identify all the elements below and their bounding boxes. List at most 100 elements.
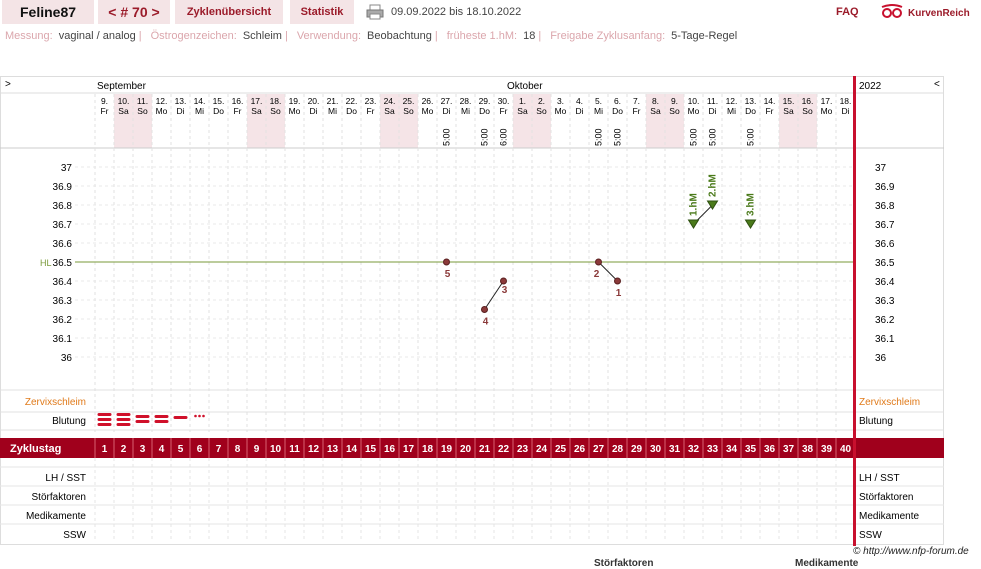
day-date: 17. (251, 96, 263, 106)
day-date: 18. (840, 96, 852, 106)
cycle-day-number: 8 (235, 444, 241, 455)
day-weekday: Mi (328, 106, 337, 116)
y-tick-left: 37 (61, 163, 73, 174)
day-weekday: Mi (461, 106, 470, 116)
settings-separator: | (538, 30, 542, 42)
row-label-lh-left: LH / SST (45, 473, 86, 484)
day-weekday: Di (575, 106, 583, 116)
cycle-day-number: 4 (159, 444, 165, 455)
faq-link[interactable]: FAQ (836, 0, 859, 24)
setting-value: 18 (523, 30, 536, 42)
cycle-day-number: 22 (498, 444, 510, 455)
day-weekday: Sa (384, 106, 395, 116)
cycle-day-number: 11 (289, 444, 300, 455)
day-date: 11. (137, 96, 148, 106)
day-weekday: So (270, 106, 281, 116)
day-date: 28. (460, 96, 472, 106)
y-tick-left: 36.4 (53, 277, 73, 288)
high-measurement-label: 1.hM (689, 193, 700, 216)
cycle-day-number: 10 (270, 444, 282, 455)
day-date: 25. (403, 96, 415, 106)
measure-time: 5:00 (708, 128, 718, 146)
day-date: 11. (707, 96, 718, 106)
cycle-day-number: 29 (631, 444, 643, 455)
day-weekday: So (137, 106, 148, 116)
day-weekday: Mi (594, 106, 603, 116)
day-date: 16. (232, 96, 244, 106)
day-date: 27. (441, 96, 453, 106)
temperature-point (481, 306, 488, 313)
cycle-day-number: 7 (216, 444, 222, 455)
cycle-day-number: 12 (308, 444, 320, 455)
day-date: 20. (308, 96, 320, 106)
cycle-chart: > <September Oktober 20229.Fr10.Sa11.So12.M… (0, 76, 944, 546)
day-date: 15. (783, 96, 795, 106)
row-label-bleeding-right: Blutung (859, 416, 893, 427)
day-weekday: Di (442, 106, 450, 116)
row-label-medication-left: Medikamente (26, 511, 86, 522)
day-date: 14. (194, 96, 206, 106)
setting-label: Östrogenzeichen: (150, 30, 237, 42)
cycle-navigation[interactable]: < # 70 > (98, 0, 170, 24)
y-tick-left: 36.7 (53, 220, 73, 231)
copyright-footer: © http://www.nfp-forum.de (853, 546, 969, 557)
cycle-day-number: 26 (574, 444, 586, 455)
tab-cycle-overview[interactable]: Zyklenübersicht (175, 0, 283, 24)
y-tick-left: 36.6 (53, 239, 73, 250)
setting-label: Messung: (5, 30, 53, 42)
row-label-lh-right: LH / SST (859, 473, 900, 484)
cycle-day-number: 37 (783, 444, 795, 455)
day-date: 26. (422, 96, 434, 106)
logo[interactable]: KurvenReich (880, 1, 980, 23)
bleeding-mark (97, 423, 112, 426)
cycle-day-number: 19 (441, 444, 453, 455)
row-label-disruptors-left: Störfaktoren (32, 492, 86, 503)
day-weekday: Mi (195, 106, 204, 116)
cycle-day-number: 30 (650, 444, 662, 455)
measure-time: 5:00 (689, 128, 699, 146)
cycle-day-number: 28 (612, 444, 624, 455)
day-date: 12. (726, 96, 738, 106)
day-weekday: Sa (783, 106, 794, 116)
day-date: 13. (745, 96, 757, 106)
day-weekday: Fr (366, 106, 374, 116)
day-weekday: Mo (422, 106, 434, 116)
setting-label: früheste 1.hM: (446, 30, 518, 42)
day-weekday: Fr (233, 106, 241, 116)
y-tick-right: 36.8 (875, 201, 895, 212)
bleeding-mark (154, 415, 169, 418)
row-label-disruptors-right: Störfaktoren (859, 492, 913, 503)
day-weekday: Do (213, 106, 224, 116)
row-label-cervix-right: Zervixschleim (859, 397, 920, 408)
bleeding-mark (198, 414, 201, 418)
cycle-day-number: 31 (669, 444, 681, 455)
y-tick-right: 36.4 (875, 277, 895, 288)
temperature-point-label: 1 (616, 288, 622, 299)
today-marker-bar (853, 76, 856, 546)
day-weekday: Fr (499, 106, 507, 116)
day-weekday: Fr (765, 106, 773, 116)
print-icon[interactable] (366, 4, 384, 20)
settings-separator: | (434, 30, 438, 42)
bleeding-mark (135, 420, 150, 423)
setting-value: 5-Tage-Regel (671, 30, 738, 42)
cycle-day-number: 21 (479, 444, 491, 455)
measure-time: 5:00 (746, 128, 756, 146)
day-weekday: Mi (727, 106, 736, 116)
logo-text: KurvenReich (908, 8, 970, 19)
high-measurement-label: 3.hM (746, 193, 757, 216)
temperature-point (614, 277, 621, 285)
day-weekday: Do (612, 106, 623, 116)
day-weekday: Sa (517, 106, 528, 116)
day-date: 8. (652, 96, 659, 106)
day-date: 2. (538, 96, 545, 106)
row-label-bleeding-left: Blutung (52, 416, 86, 427)
measure-time: 5:00 (480, 128, 490, 146)
row-label-cervix-left: Zervixschleim (25, 397, 86, 408)
cycle-day-number: 16 (384, 444, 396, 455)
temperature-point-label: 3 (502, 285, 508, 296)
cycle-day-number: 33 (707, 444, 719, 455)
cycle-day-number: 2 (121, 444, 127, 455)
tab-statistics[interactable]: Statistik (290, 0, 354, 24)
y-tick-right: 36.9 (875, 182, 895, 193)
